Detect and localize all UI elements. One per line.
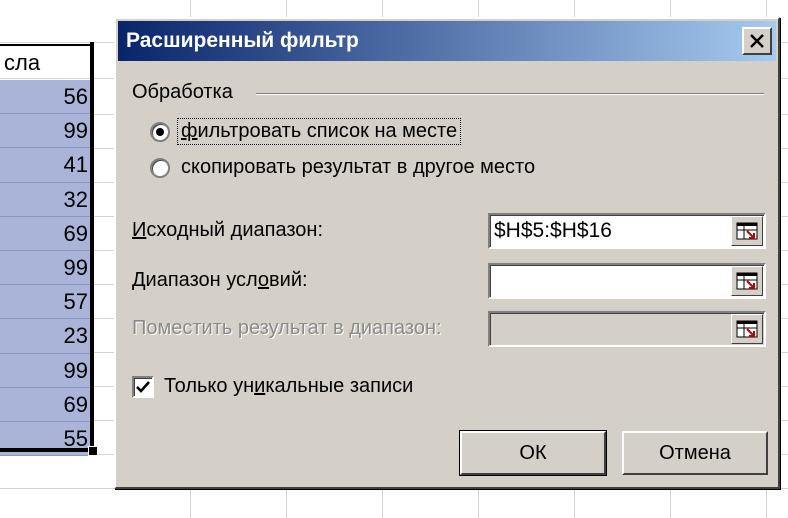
- cell[interactable]: 99: [0, 251, 90, 286]
- collapse-dialog-icon: [736, 320, 758, 338]
- collapse-dialog-button[interactable]: [731, 266, 763, 296]
- radio-label[interactable]: скопировать результат в другое место: [178, 155, 538, 180]
- advanced-filter-dialog: Расширенный фильтр Обработка фильтровать…: [114, 17, 780, 489]
- copy-to-range-label: Поместить результат в диапазон:: [132, 317, 442, 339]
- cell[interactable]: 57: [0, 285, 90, 320]
- radio-label[interactable]: фильтровать список на месте: [176, 118, 462, 145]
- copy-to-range-input: [488, 311, 766, 347]
- radio-button[interactable]: [150, 157, 170, 178]
- cell[interactable]: 41: [0, 148, 90, 183]
- source-range-value[interactable]: $H$5:$H$16: [494, 215, 612, 247]
- cell[interactable]: 32: [0, 183, 90, 217]
- ok-button[interactable]: ОК: [460, 431, 606, 475]
- group-label-processing: Обработка: [132, 81, 233, 103]
- group-divider: [256, 93, 764, 95]
- unique-records-checkbox[interactable]: [132, 375, 154, 398]
- radio-copy-to-location[interactable]: скопировать результат в другое место: [150, 155, 538, 180]
- cancel-button[interactable]: Отмена: [622, 431, 768, 475]
- range-border: [90, 42, 94, 452]
- range-border: [0, 448, 94, 452]
- criteria-range-input[interactable]: [488, 263, 766, 299]
- collapse-dialog-icon: [736, 222, 758, 240]
- radio-button[interactable]: [150, 121, 170, 142]
- cell[interactable]: 69: [0, 217, 90, 251]
- dialog-title: Расширенный фильтр: [126, 29, 359, 52]
- radio-dot: [156, 127, 164, 136]
- fill-handle[interactable]: [88, 446, 98, 456]
- cell[interactable]: 99: [0, 354, 90, 388]
- unique-records-label[interactable]: Только уникальные записи: [164, 375, 413, 398]
- dialog-titlebar[interactable]: Расширенный фильтр: [118, 21, 776, 61]
- cell[interactable]: 23: [0, 319, 90, 354]
- source-range-label: Исходный диапазон:: [132, 219, 324, 241]
- cell[interactable]: 99: [0, 114, 90, 149]
- cell[interactable]: 69: [0, 388, 90, 422]
- unique-records-option[interactable]: Только уникальные записи: [132, 375, 413, 398]
- cell[interactable]: 56: [0, 80, 90, 115]
- column-header-cell[interactable]: сла: [0, 44, 90, 78]
- checkmark-icon: [136, 380, 150, 393]
- radio-filter-in-place[interactable]: фильтровать список на месте: [150, 118, 462, 145]
- close-icon: [750, 34, 764, 48]
- close-button[interactable]: [742, 27, 772, 55]
- selected-range[interactable]: 56 99 41 32 69 99 57 23 99 69 55: [0, 80, 90, 457]
- collapse-dialog-button[interactable]: [731, 216, 763, 246]
- collapse-dialog-icon: [736, 272, 758, 290]
- criteria-range-label: Диапазон условий:: [132, 269, 308, 291]
- collapse-dialog-button: [731, 314, 763, 344]
- source-range-input[interactable]: $H$5:$H$16: [488, 213, 766, 249]
